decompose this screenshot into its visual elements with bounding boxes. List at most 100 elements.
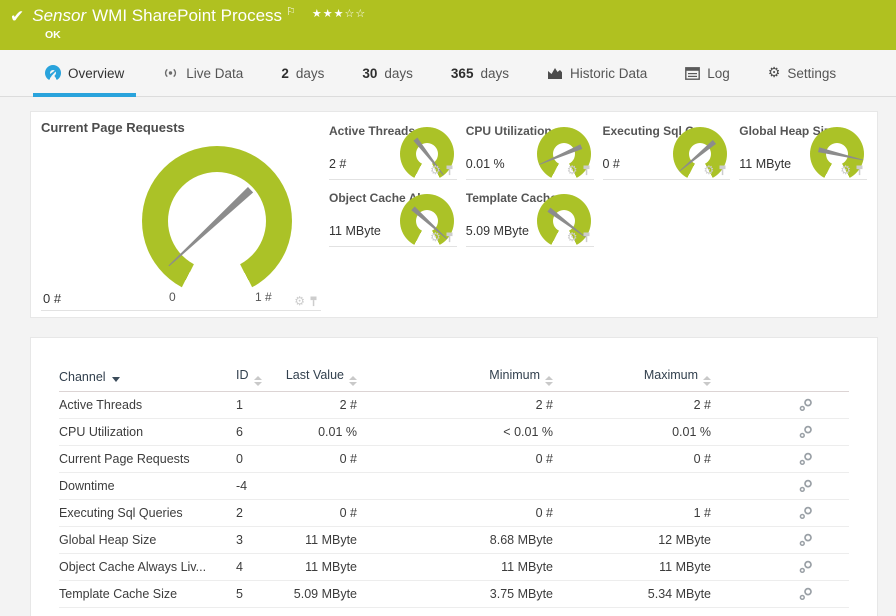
edit-channel-icon[interactable] <box>799 425 813 439</box>
cell-id: -4 <box>236 479 248 493</box>
main-gauge-value: 0 # <box>43 291 62 306</box>
gear-icon[interactable]: ⚙ <box>703 164 714 176</box>
gauges-panel: Current Page Requests 0 1 # 0 # ⚙ Active… <box>30 111 878 318</box>
priority-stars[interactable]: ★★★☆☆ <box>312 7 366 20</box>
status-ok-check-icon: ✔ <box>10 7 25 26</box>
cell-last-value: 11 MByte <box>305 533 357 547</box>
tab-number: 365 <box>450 65 474 81</box>
gear-icon: ⚙ <box>767 65 781 81</box>
gear-icon[interactable]: ⚙ <box>840 164 851 176</box>
cell-minimum: 11 MByte <box>501 560 553 574</box>
table-row: Executing Sql Queries 2 0 # 0 # 1 # <box>59 500 849 527</box>
cell-minimum: 8.68 MByte <box>489 533 553 547</box>
small-gauge-tile[interactable]: Object Cache Always L... 11 MByte ⚙ <box>329 187 457 248</box>
pin-icon[interactable] <box>718 165 727 176</box>
column-header-channel[interactable]: Channel <box>59 370 236 384</box>
gear-icon[interactable]: ⚙ <box>567 231 578 243</box>
cell-maximum: 11 MByte <box>659 560 711 574</box>
column-header-id[interactable]: ID <box>236 368 276 386</box>
cell-id: 5 <box>236 587 243 601</box>
column-header-maximum[interactable]: Maximum <box>553 368 711 386</box>
main-gauge <box>142 146 292 296</box>
edit-channel-icon[interactable] <box>799 506 813 520</box>
cell-channel: Global Heap Size <box>59 533 157 547</box>
cell-last-value: 5.09 MByte <box>293 587 357 601</box>
tab-overview[interactable]: Overview <box>32 50 137 97</box>
cell-id: 0 <box>236 452 243 466</box>
tab-30-days[interactable]: 30 days <box>362 50 413 96</box>
small-gauge-value: 11 MByte <box>739 157 792 171</box>
cell-maximum: 12 MByte <box>658 533 711 547</box>
tab-label: days <box>295 65 325 81</box>
gauge-scale-max: 1 # <box>255 290 272 304</box>
edit-channel-icon[interactable] <box>799 452 813 466</box>
tab-bar: Overview Live Data 2 days 30 days 365 da… <box>0 50 896 97</box>
log-icon <box>685 66 701 80</box>
edit-channel-icon[interactable] <box>799 560 813 574</box>
small-gauge-value: 0 # <box>602 157 620 171</box>
column-header-minimum[interactable]: Minimum <box>357 368 553 386</box>
tab-settings[interactable]: ⚙ Settings <box>768 50 836 96</box>
cell-channel: Downtime <box>59 479 115 493</box>
edit-channel-icon[interactable] <box>799 533 813 547</box>
tab-2-days[interactable]: 2 days <box>281 50 324 96</box>
small-gauge-tile[interactable]: Active Threads 2 # ⚙ <box>329 120 457 181</box>
gear-icon[interactable]: ⚙ <box>294 295 305 307</box>
sort-icon <box>349 376 357 386</box>
gear-icon[interactable]: ⚙ <box>430 164 441 176</box>
cell-maximum: 5.34 MByte <box>647 587 711 601</box>
table-row: Global Heap Size 3 11 MByte 8.68 MByte 1… <box>59 527 849 554</box>
tab-number: 2 <box>281 65 289 81</box>
tab-365-days[interactable]: 365 days <box>451 50 509 96</box>
edit-channel-icon[interactable] <box>799 587 813 601</box>
pin-icon[interactable] <box>855 165 864 176</box>
gauge-scale-min: 0 <box>169 290 176 304</box>
flag-icon[interactable]: ⚐ <box>286 5 296 18</box>
small-gauges-grid: Active Threads 2 # ⚙ CPU Utilization 0.0… <box>329 120 867 309</box>
pin-icon[interactable] <box>309 296 318 307</box>
tab-number: 30 <box>362 65 378 81</box>
sensor-header: ✔ Sensor WMI SharePoint Process ⚐ ★★★☆☆ … <box>0 0 896 50</box>
tab-label: Live Data <box>186 65 244 81</box>
cell-maximum: 0.01 % <box>672 425 711 439</box>
tab-label: days <box>384 65 413 81</box>
sort-icon <box>545 376 553 386</box>
sort-desc-icon <box>111 376 120 382</box>
gauge-icon <box>45 65 61 81</box>
tab-label: Settings <box>787 65 837 81</box>
cell-channel: Current Page Requests <box>59 452 190 466</box>
cell-id: 4 <box>236 560 243 574</box>
pin-icon[interactable] <box>582 165 591 176</box>
edit-channel-icon[interactable] <box>799 398 813 412</box>
small-gauge-tile[interactable]: CPU Utilization 0.01 % ⚙ <box>465 120 594 181</box>
page-title: WMI SharePoint Process <box>92 6 283 25</box>
edit-channel-icon[interactable] <box>799 479 813 493</box>
table-row: Downtime -4 <box>59 473 849 500</box>
small-gauge-tile[interactable]: Template Cache Size 5.09 MByte ⚙ <box>465 187 594 248</box>
tab-label: Historic Data <box>569 65 648 81</box>
channel-table-rows: Active Threads 1 2 # 2 # 2 # CPU Utiliza… <box>59 392 849 608</box>
column-header-last-value[interactable]: Last Value <box>276 368 357 386</box>
table-row: Template Cache Size 5 5.09 MByte 3.75 MB… <box>59 581 849 608</box>
small-gauge-value: 2 # <box>329 157 347 171</box>
gear-icon[interactable]: ⚙ <box>567 164 578 176</box>
main-gauge-tile[interactable]: Current Page Requests 0 1 # 0 # ⚙ <box>41 120 321 311</box>
pin-icon[interactable] <box>582 232 591 243</box>
gear-icon[interactable]: ⚙ <box>430 231 441 243</box>
cell-minimum: 2 # <box>535 398 553 412</box>
pin-icon[interactable] <box>445 232 454 243</box>
broadcast-icon <box>162 66 179 80</box>
small-gauge-tile[interactable]: Global Heap Size 11 MByte ⚙ <box>739 120 867 181</box>
tab-label: days <box>480 65 509 81</box>
small-gauge-tile[interactable]: Executing Sql Queries 0 # ⚙ <box>602 120 731 181</box>
cell-last-value: 0 # <box>339 506 357 520</box>
cell-minimum: 0 # <box>535 452 553 466</box>
cell-last-value: 0.01 % <box>318 425 357 439</box>
tab-log[interactable]: Log <box>685 50 730 96</box>
cell-minimum: 0 # <box>535 506 553 520</box>
tab-historic-data[interactable]: Historic Data <box>547 50 647 96</box>
pin-icon[interactable] <box>445 165 454 176</box>
channel-table-header: Channel ID Last Value Minimum Maximum <box>59 362 849 392</box>
tab-live-data[interactable]: Live Data <box>162 50 243 96</box>
cell-minimum: < 0.01 % <box>503 425 553 439</box>
